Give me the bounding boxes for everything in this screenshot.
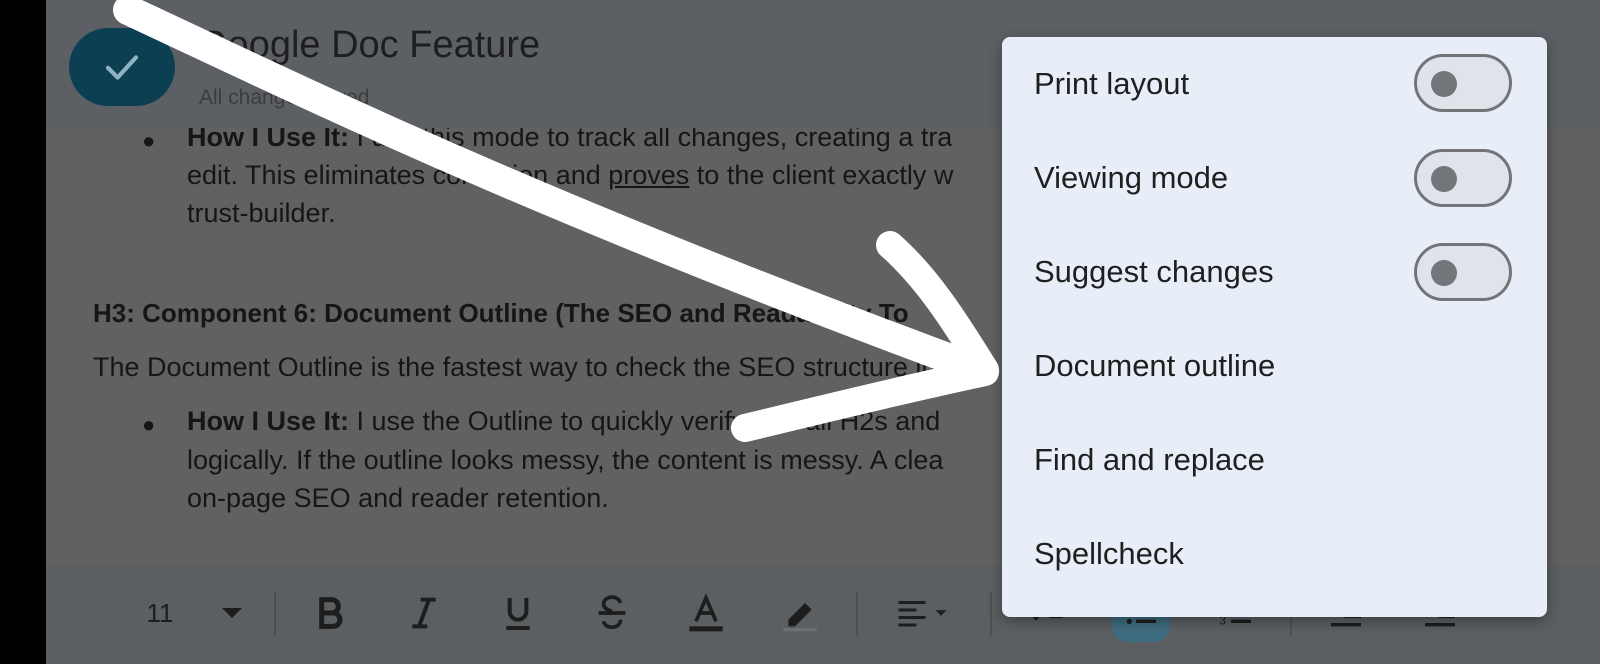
save-status: All changes saved bbox=[199, 86, 370, 109]
menu-item-label: Suggest changes bbox=[1034, 254, 1274, 289]
toggle-knob bbox=[1431, 260, 1457, 286]
bold-icon[interactable] bbox=[308, 588, 352, 638]
bullet1-text2b: to the client exactly w bbox=[689, 160, 954, 190]
menu-item-document-outline[interactable]: Document outline bbox=[1002, 319, 1547, 413]
menu-item-label: Viewing mode bbox=[1034, 160, 1229, 195]
check-icon bbox=[105, 55, 139, 80]
print-layout-toggle[interactable] bbox=[1414, 54, 1512, 112]
strikethrough-icon[interactable] bbox=[590, 588, 634, 638]
italic-icon[interactable] bbox=[402, 588, 446, 638]
text-color-icon[interactable] bbox=[682, 588, 730, 638]
section-heading: H3: Component 6: Document Outline (The S… bbox=[93, 298, 909, 328]
bullet-dot: ● bbox=[142, 128, 156, 153]
menu-item-label: Print layout bbox=[1034, 66, 1190, 101]
toolbar-divider bbox=[990, 592, 992, 636]
document-title[interactable]: Google Doc Feature bbox=[198, 24, 540, 67]
menu-item-print-layout[interactable]: Print layout bbox=[1002, 37, 1547, 131]
bullet-dot: ● bbox=[142, 412, 156, 437]
menu-item-suggest-changes[interactable]: Suggest changes bbox=[1002, 225, 1547, 319]
menu-item-label: Spellcheck bbox=[1034, 536, 1184, 571]
section-paragraph: The Document Outline is the fastest way … bbox=[93, 352, 937, 382]
bullet2-line2: logically. If the outline looks messy, t… bbox=[187, 445, 944, 475]
bullet1-line2: edit. This eliminates confusion and prov… bbox=[187, 160, 953, 191]
underline-icon[interactable] bbox=[496, 588, 540, 638]
menu-item-label: Document outline bbox=[1034, 348, 1276, 383]
bullet1-text2a: edit. This eliminates confusion and bbox=[187, 160, 609, 190]
bullet1-line3: trust-builder. bbox=[187, 198, 336, 228]
highlight-icon[interactable] bbox=[776, 588, 824, 638]
bullet2-lead: How I Use It: bbox=[187, 406, 350, 436]
bullet2-line3: on-page SEO and reader retention. bbox=[187, 483, 609, 513]
menu-item-viewing-mode[interactable]: Viewing mode bbox=[1002, 131, 1547, 225]
suggest-changes-toggle[interactable] bbox=[1414, 243, 1512, 301]
menu-item-label: Find and replace bbox=[1034, 442, 1265, 477]
bullet2-line1: How I Use It: I use the Outline to quick… bbox=[187, 406, 940, 437]
toolbar-divider bbox=[274, 592, 276, 636]
done-button[interactable] bbox=[69, 28, 175, 106]
toolbar-divider bbox=[856, 592, 858, 636]
menu-item-find-and-replace[interactable]: Find and replace bbox=[1002, 413, 1547, 507]
view-options-menu: Print layout Viewing mode Suggest change… bbox=[1002, 37, 1547, 617]
toggle-knob bbox=[1431, 166, 1457, 192]
font-size-value[interactable]: 11 bbox=[140, 588, 180, 638]
font-size-dropdown-icon[interactable] bbox=[212, 588, 252, 638]
bullet1-text2-underlined: proves bbox=[608, 160, 690, 190]
align-dropdown-icon[interactable] bbox=[888, 588, 958, 638]
viewing-mode-toggle[interactable] bbox=[1414, 149, 1512, 207]
toggle-knob bbox=[1431, 71, 1457, 97]
menu-item-spellcheck[interactable]: Spellcheck bbox=[1002, 507, 1547, 601]
bullet2-text1: I use the Outline to quickly verify that… bbox=[349, 406, 941, 436]
